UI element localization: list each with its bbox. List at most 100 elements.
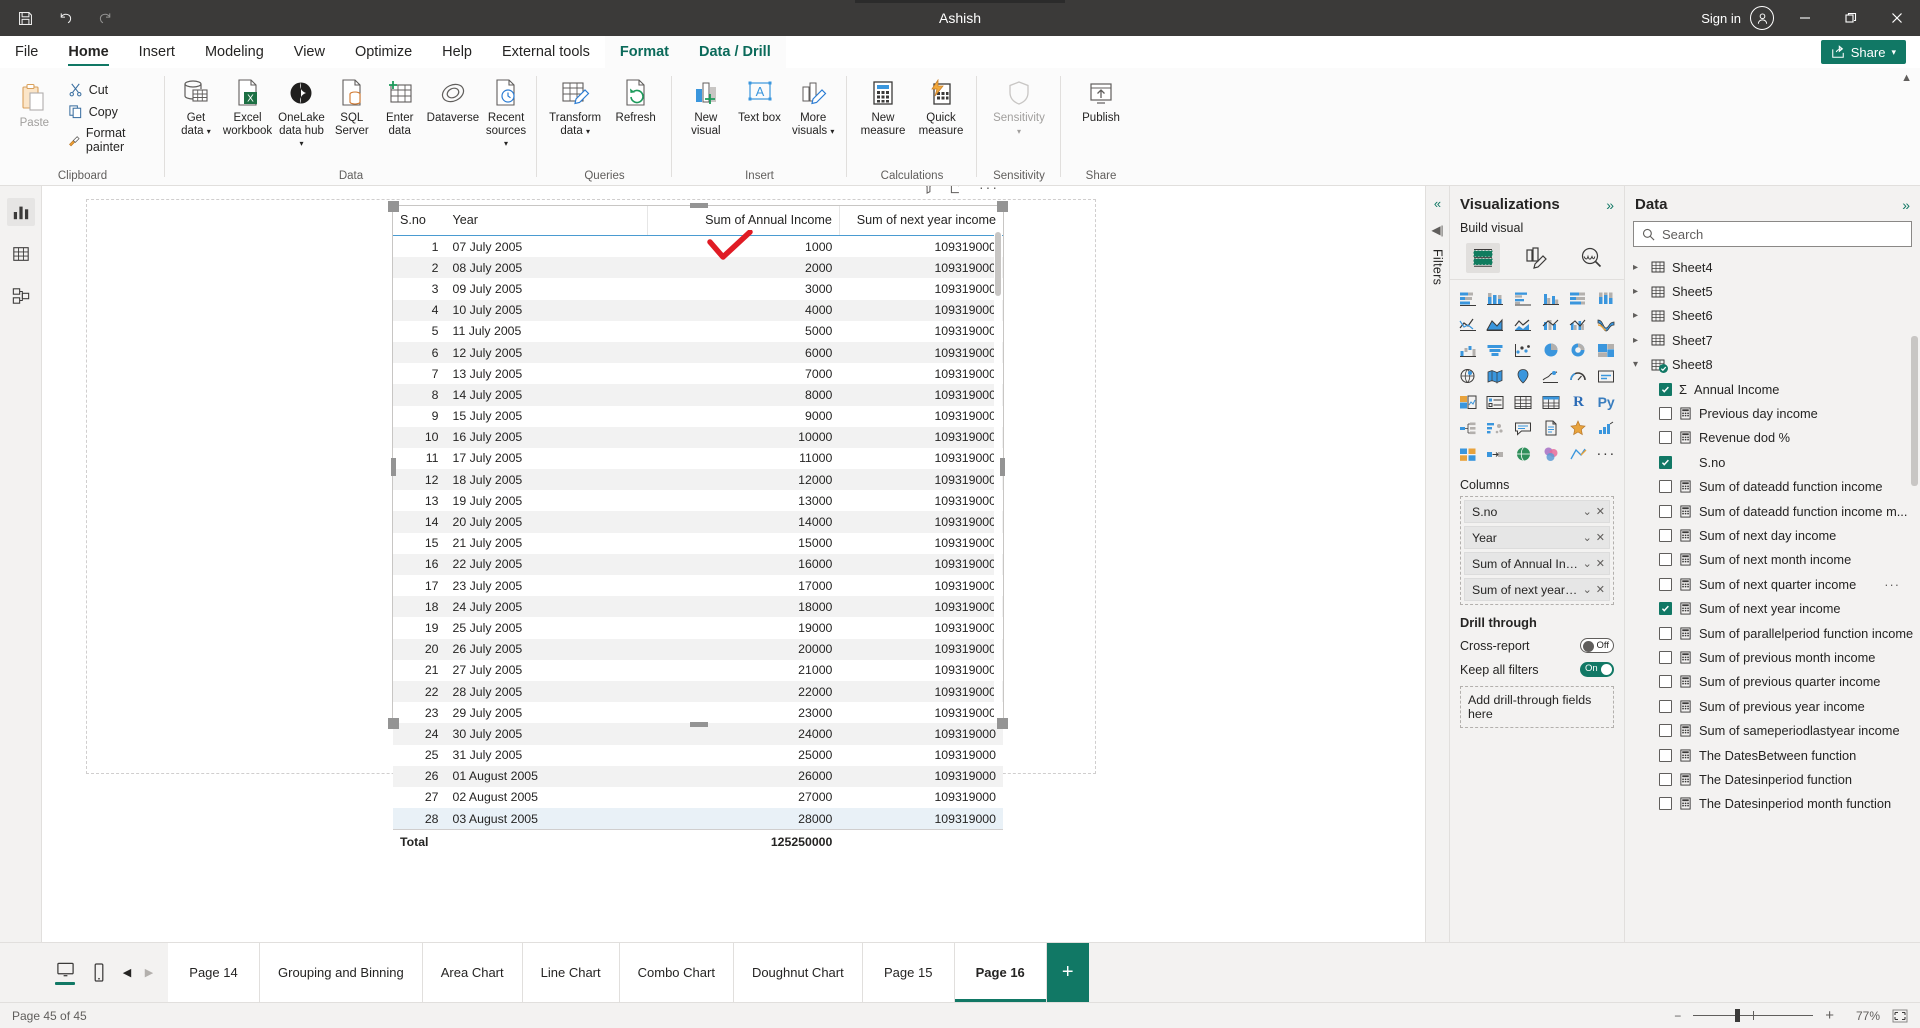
field-checkbox[interactable] xyxy=(1659,700,1672,713)
scatter-chart-icon[interactable] xyxy=(1509,338,1537,362)
field-checkbox[interactable] xyxy=(1659,407,1672,420)
table-row[interactable]: 2601 August 200526000109319000 xyxy=(393,766,1003,787)
resize-handle-bottom-left[interactable] xyxy=(388,718,399,729)
page-tab-grouping-and-binning[interactable]: Grouping and Binning xyxy=(260,943,423,1002)
arcgis-maps-icon[interactable] xyxy=(1509,442,1537,466)
ribbon-tab-view[interactable]: View xyxy=(279,36,340,68)
table-row[interactable]: 208 July 20052000109319000 xyxy=(393,257,1003,278)
table-row[interactable]: 2127 July 200521000109319000 xyxy=(393,660,1003,681)
ribbon-tab-help[interactable]: Help xyxy=(427,36,487,68)
data-field-sum-sameperiodlastyear-income[interactable]: Sum of sameperiodlastyear income xyxy=(1625,718,1920,742)
table-visual-grid[interactable]: S.no Year Sum of Annual Income Sum of ne… xyxy=(393,206,1003,854)
data-table-sheet4[interactable]: ▸ Sheet4 xyxy=(1625,255,1920,279)
data-field-previous-day-income[interactable]: Previous day income xyxy=(1625,401,1920,425)
field-checkbox[interactable] xyxy=(1659,553,1672,566)
report-canvas[interactable]: ··· S.no Year Sum of A xyxy=(86,199,1096,774)
chevron-right-double-icon[interactable]: » xyxy=(1902,197,1910,213)
excel-workbook-button[interactable]: X Excel workbook xyxy=(221,73,274,140)
ribbon-tab-insert[interactable]: Insert xyxy=(124,36,190,68)
data-search-input[interactable]: Search xyxy=(1633,221,1912,247)
onelake-data-hub-button[interactable]: OneLake data hub ▾ xyxy=(276,73,327,154)
q-and-a-icon[interactable] xyxy=(1592,416,1620,440)
chevron-down-icon[interactable]: ▾ xyxy=(504,139,508,148)
data-field-annual-income[interactable]: Σ Annual Income xyxy=(1625,377,1920,401)
field-chip-sno[interactable]: S.no ⌄ ✕ xyxy=(1464,500,1610,523)
resize-handle-middle-right[interactable] xyxy=(1000,458,1005,476)
chevron-down-icon[interactable]: ▾ xyxy=(1633,359,1644,370)
shape-map-icon[interactable] xyxy=(1509,364,1537,388)
chevron-down-icon[interactable]: ⌄ xyxy=(1583,557,1592,570)
field-checkbox[interactable] xyxy=(1659,578,1672,591)
field-checkbox[interactable] xyxy=(1659,627,1672,640)
power-apps-icon[interactable] xyxy=(1454,442,1482,466)
map-icon[interactable] xyxy=(1454,364,1482,388)
recent-sources-button[interactable]: Recent sources ▾ xyxy=(483,73,529,154)
field-checkbox[interactable] xyxy=(1659,724,1672,737)
chevron-right-icon[interactable]: ▸ xyxy=(1633,262,1644,273)
field-more-options-icon[interactable]: ··· xyxy=(1884,577,1900,592)
add-page-button[interactable]: + xyxy=(1047,943,1089,1002)
data-table-sheet8[interactable]: ▾ Sheet8 xyxy=(1625,353,1920,377)
more-visuals-icon[interactable]: ··· xyxy=(1592,442,1620,466)
scrollbar-thumb[interactable] xyxy=(995,232,1001,296)
metrics-icon[interactable] xyxy=(1565,416,1593,440)
table-row[interactable]: 1420 July 200514000109319000 xyxy=(393,511,1003,532)
table-visual[interactable]: ··· S.no Year Sum of A xyxy=(392,205,1004,725)
restore-button[interactable] xyxy=(1828,0,1874,36)
100-stacked-bar-chart-icon[interactable] xyxy=(1565,286,1593,310)
field-checkbox[interactable] xyxy=(1659,456,1672,469)
field-checkbox[interactable] xyxy=(1659,431,1672,444)
ribbon-tab-format[interactable]: Format xyxy=(605,36,684,68)
focus-mode-icon[interactable] xyxy=(950,186,965,194)
dataverse-button[interactable]: Dataverse xyxy=(425,73,481,128)
table-row[interactable]: 713 July 20057000109319000 xyxy=(393,363,1003,384)
key-influencers-icon[interactable] xyxy=(1482,416,1510,440)
data-field-sum-dateadd-function-income-m[interactable]: Sum of dateadd function income m... xyxy=(1625,499,1920,523)
chevron-down-icon[interactable]: ▾ xyxy=(207,127,211,136)
area-chart-icon[interactable] xyxy=(1482,312,1510,336)
python-visual-icon[interactable]: Py xyxy=(1592,390,1620,414)
data-field-sum-next-quarter-income[interactable]: Sum of next quarter income ··· xyxy=(1625,572,1920,596)
column-header-sum-annual-income[interactable]: Sum of Annual Income xyxy=(648,206,840,236)
azure-map-icon[interactable] xyxy=(1537,364,1565,388)
table-row[interactable]: 1622 July 200516000109319000 xyxy=(393,554,1003,575)
page-tab-page-16[interactable]: Page 16 xyxy=(955,943,1047,1002)
table-row[interactable]: 107 July 20051000109319000 xyxy=(393,236,1003,258)
field-checkbox[interactable] xyxy=(1659,602,1672,615)
more-visuals-button[interactable]: More visuals ▾ xyxy=(787,73,839,141)
format-painter-button[interactable]: Format painter xyxy=(63,124,157,156)
data-field-the-datesinperiod-month-function[interactable]: The Datesinperiod month function xyxy=(1625,792,1920,816)
sign-in-button[interactable]: Sign in xyxy=(1701,6,1782,30)
table-row[interactable]: 915 July 20059000109319000 xyxy=(393,406,1003,427)
ribbon-tab-data-drill[interactable]: Data / Drill xyxy=(684,36,786,68)
line-chart-icon[interactable] xyxy=(1454,312,1482,336)
chevron-down-icon[interactable]: ▾ xyxy=(830,127,834,136)
data-table-sheet7[interactable]: ▸ Sheet7 xyxy=(1625,328,1920,352)
report-view-icon[interactable] xyxy=(7,198,35,226)
mobile-layout-icon[interactable] xyxy=(84,955,114,991)
clustered-bar-chart-icon[interactable] xyxy=(1509,286,1537,310)
chevron-right-icon[interactable]: ▸ xyxy=(1633,286,1644,297)
data-field-sum-previous-quarter-income[interactable]: Sum of previous quarter income xyxy=(1625,670,1920,694)
cross-report-toggle[interactable]: Off xyxy=(1580,638,1614,653)
analytics-icon[interactable] xyxy=(1574,243,1608,273)
chevron-left-double-icon[interactable]: « xyxy=(1434,196,1441,211)
funnel-chart-icon[interactable] xyxy=(1482,338,1510,362)
minimize-button[interactable] xyxy=(1782,0,1828,36)
page-tab-combo-chart[interactable]: Combo Chart xyxy=(620,943,734,1002)
new-visual-button[interactable]: New visual xyxy=(680,73,732,140)
matrix-icon[interactable] xyxy=(1537,390,1565,414)
line-clustered-column-icon[interactable] xyxy=(1565,312,1593,336)
publish-button[interactable]: Publish xyxy=(1070,73,1132,128)
field-checkbox[interactable] xyxy=(1659,675,1672,688)
table-row[interactable]: 1824 July 200518000109319000 xyxy=(393,596,1003,617)
zoom-out-button[interactable]: − xyxy=(1674,1009,1681,1023)
report-canvas-wrapper[interactable]: ··· S.no Year Sum of A xyxy=(42,186,1425,942)
text-box-button[interactable]: A Text box xyxy=(734,73,786,128)
get-data-button[interactable]: Get data ▾ xyxy=(173,73,219,141)
column-header-sno[interactable]: S.no xyxy=(393,206,446,236)
columns-well[interactable]: S.no ⌄ ✕ Year ⌄ ✕ Sum of Annual Income ⌄… xyxy=(1460,496,1614,605)
quick-measure-button[interactable]: Quick measure xyxy=(913,73,969,140)
chevron-right-icon[interactable]: ▸ xyxy=(1633,335,1644,346)
drill-through-dropzone[interactable]: Add drill-through fields here xyxy=(1460,686,1614,728)
